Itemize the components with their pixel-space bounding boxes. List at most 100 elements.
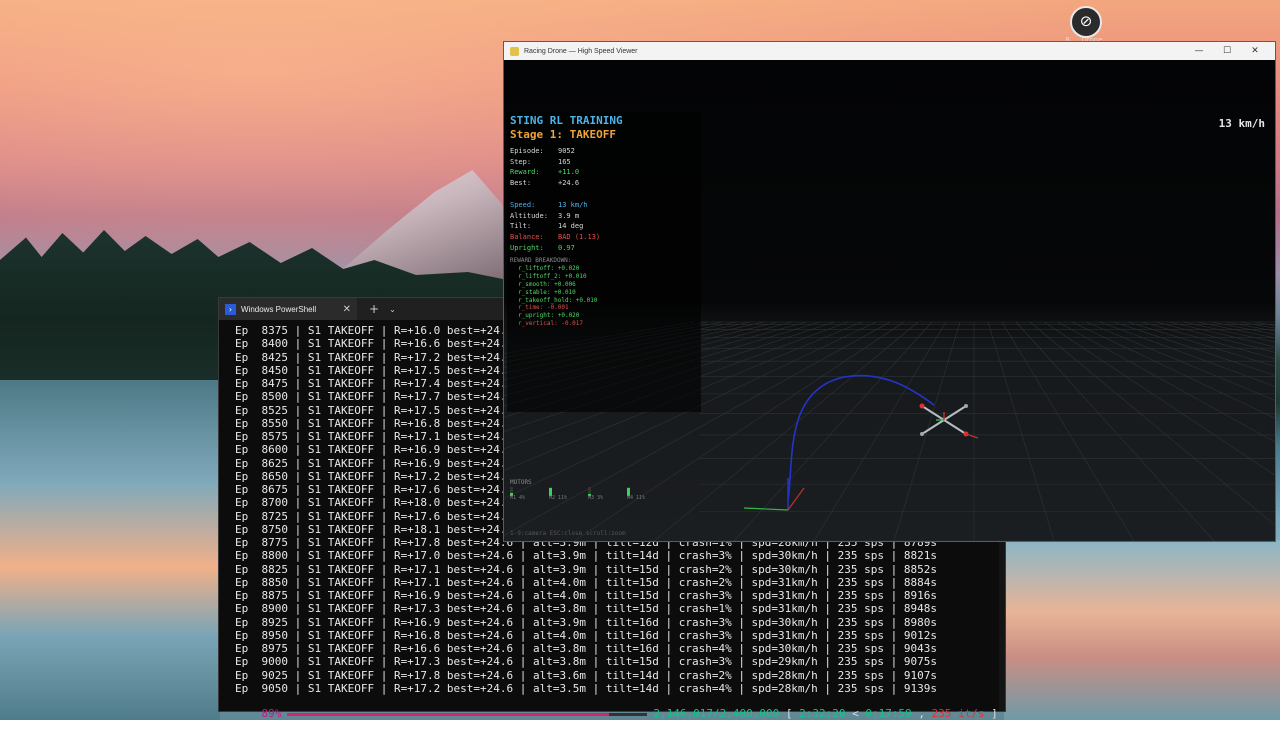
powershell-icon: ›	[225, 303, 236, 315]
drone-model	[919, 403, 979, 439]
reward-term: r_stable: +0.010	[518, 288, 576, 296]
hud-stat-value: 14 deg	[558, 222, 584, 231]
progress-percent: 89%	[261, 707, 282, 720]
hud-stat: Step: 165	[510, 158, 571, 166]
terminal-line: Ep 8625 | S1 TAKEOFF | R=+16.9 best=+24.	[235, 456, 507, 470]
drone-viewer-window[interactable]: Racing Drone — High Speed Viewer — ☐ ✕ S…	[503, 41, 1276, 542]
terminal-line: Ep 8500 | S1 TAKEOFF | R=+17.7 best=+24.	[235, 390, 507, 404]
hud-stat-label: Reward:	[510, 168, 540, 177]
terminal-line: Ep 8550 | S1 TAKEOFF | R=+16.8 best=+24.	[235, 416, 507, 430]
hud-stat-value: 165	[558, 157, 571, 166]
terminal-line: Ep 8800 | S1 TAKEOFF | R=+17.0 best=+24.…	[235, 549, 937, 563]
terminal-line: Ep 8475 | S1 TAKEOFF | R=+17.4 best=+24.	[235, 377, 507, 390]
hud-stat: Episode: 9052	[510, 147, 575, 155]
reward-term: r_liftoff: +0.020	[518, 265, 580, 273]
hud-stat-label: Speed:	[510, 200, 536, 209]
terminal-line: Ep 8575 | S1 TAKEOFF | R=+17.1 best=+24.	[235, 430, 507, 443]
terminal-line: Ep 8825 | S1 TAKEOFF | R=+17.1 best=+24.…	[235, 562, 937, 576]
terminal-line: Ep 8850 | S1 TAKEOFF | R=+17.1 best=+24.…	[235, 575, 937, 589]
lake-left	[0, 380, 220, 720]
hud-stat-value: +24.6	[558, 179, 580, 188]
hud-stat-label: Tilt:	[510, 222, 532, 231]
new-tab-button[interactable]: +	[369, 302, 379, 316]
terminal-line: Ep 8375 | S1 TAKEOFF | R=+16.0 best=+24.	[235, 324, 507, 337]
python-app-icon	[510, 46, 519, 56]
viewer-title: Racing Drone — High Speed Viewer	[524, 47, 638, 55]
reward-term: r_smooth: +0.006	[518, 280, 576, 288]
hud-stat: Altitude: 3.9 m	[510, 212, 579, 220]
elapsed-time: 2:32:20	[799, 707, 846, 720]
tab-close-icon[interactable]: ✕	[343, 304, 351, 315]
hud-stat-label: Altitude:	[510, 211, 548, 220]
terminal-line: Ep 8650 | S1 TAKEOFF | R=+17.2 best=+24.	[235, 469, 507, 483]
hud-stage: Stage 1: TAKEOFF	[510, 128, 616, 141]
reward-breakdown-title: REWARD BREAKDOWN:	[510, 257, 572, 265]
motor-indicator: M3 3%	[588, 487, 618, 501]
terminal-line: Ep 9000 | S1 TAKEOFF | R=+17.3 best=+24.…	[235, 655, 937, 669]
lake-right	[1004, 540, 1280, 720]
axis-x	[787, 487, 805, 511]
comma: ,	[918, 707, 925, 720]
tab-dropdown-icon[interactable]: ⌄	[389, 305, 396, 314]
viewer-titlebar[interactable]: Racing Drone — High Speed Viewer — ☐ ✕	[504, 42, 1275, 60]
motor-label: M4 11%	[627, 495, 646, 501]
progress-bar	[287, 712, 648, 716]
controls-hint: 1-9:camera ESC:close scroll:zoom	[510, 530, 626, 537]
terminal-line: Ep 8900 | S1 TAKEOFF | R=+17.3 best=+24.…	[235, 602, 937, 616]
hud-stat: Upright: 0.97	[510, 244, 575, 252]
reward-term: r_liftoff_2: +0.010	[518, 273, 587, 281]
3d-viewport[interactable]: STING RL TRAINING Stage 1: TAKEOFF Episo…	[504, 60, 1275, 541]
hud-stat-value: BAD (1.13)	[558, 232, 601, 241]
iteration-rate: 235 it/s	[931, 707, 985, 720]
terminal-line: Ep 8425 | S1 TAKEOFF | R=+17.2 best=+24.	[235, 350, 507, 364]
motor-label: M3 3%	[588, 495, 604, 501]
powershell-tab[interactable]: › Windows PowerShell ✕	[219, 298, 357, 320]
hud-stat-label: Upright:	[510, 243, 544, 252]
hud-stat-value: 13 km/h	[558, 200, 588, 209]
hud-stat: Reward: +11.0	[510, 168, 579, 176]
terminal-line: Ep 9025 | S1 TAKEOFF | R=+17.8 best=+24.…	[235, 668, 937, 682]
hud-stat-label: Best:	[510, 179, 532, 188]
close-button[interactable]: ✕	[1241, 46, 1269, 56]
app-shortcut-icon[interactable]: ⊘	[1070, 6, 1102, 38]
hud-stat-value: 9052	[558, 147, 575, 155]
progress-count: 2,146,017/2,400,000	[653, 707, 780, 720]
hud-title: STING RL TRAINING	[510, 114, 623, 127]
terminal-line: Ep 8875 | S1 TAKEOFF | R=+16.9 best=+24.…	[235, 589, 937, 602]
hud-stat-value: 0.97	[558, 243, 575, 252]
time-separator: <	[852, 707, 859, 720]
hud-stat: Balance: BAD (1.13)	[510, 233, 600, 241]
speed-readout: 13 km/h	[1218, 117, 1265, 130]
terminal-line: Ep 8700 | S1 TAKEOFF | R=+18.0 best=+24.	[235, 496, 507, 510]
terminal-line: Ep 8975 | S1 TAKEOFF | R=+16.6 best=+24.…	[235, 642, 937, 655]
progress-bar-fill	[287, 712, 610, 716]
maximize-button[interactable]: ☐	[1213, 46, 1241, 56]
terminal-line: Ep 8675 | S1 TAKEOFF | R=+17.6 best=+24.	[235, 483, 507, 496]
reward-term: r_time: -0.001	[518, 304, 569, 312]
bracket-close: ]	[991, 707, 998, 720]
tab-title: Windows PowerShell	[241, 304, 317, 314]
remaining-time: 0:17:59	[865, 707, 912, 720]
hud-stat: Best: +24.6	[510, 179, 579, 187]
minimize-button[interactable]: —	[1185, 46, 1213, 56]
bracket-open: [	[785, 707, 793, 720]
hud-stat: Tilt: 14 deg	[510, 222, 583, 230]
hud-stat-label: Balance:	[510, 232, 544, 241]
terminal-line: Ep 8950 | S1 TAKEOFF | R=+16.8 best=+24.…	[235, 628, 937, 642]
motor-indicator: M4 11%	[627, 487, 657, 501]
terminal-line: Ep 9050 | S1 TAKEOFF | R=+17.2 best=+24.…	[235, 681, 937, 695]
motor-indicator: M2 11%	[549, 487, 579, 501]
reward-term: r_vertical: -0.017	[518, 319, 584, 327]
terminal-line: Ep 8725 | S1 TAKEOFF | R=+17.6 best=+24.	[235, 509, 507, 523]
hud-stat: Speed: 13 km/h	[510, 201, 588, 209]
training-progress: 89% 2,146,017/2,400,000 [ 2:32:20 < 0:17:…	[235, 694, 998, 733]
terminal-line: Ep 8400 | S1 TAKEOFF | R=+16.6 best=+24.	[235, 337, 507, 351]
terminal-line: Ep 8750 | S1 TAKEOFF | R=+18.1 best=+24.	[235, 522, 507, 536]
terminal-line: Ep 8600 | S1 TAKEOFF | R=+16.9 best=+24.	[235, 443, 507, 457]
terminal-line: Ep 8525 | S1 TAKEOFF | R=+17.5 best=+24.	[235, 403, 507, 417]
motor-label: M2 11%	[549, 495, 568, 501]
terminal-line: Ep 8450 | S1 TAKEOFF | R=+17.5 best=+24.	[235, 363, 507, 377]
hud-stat-label: Step:	[510, 157, 532, 166]
motor-indicator: M1 4%	[510, 487, 540, 501]
axis-y	[743, 507, 789, 511]
